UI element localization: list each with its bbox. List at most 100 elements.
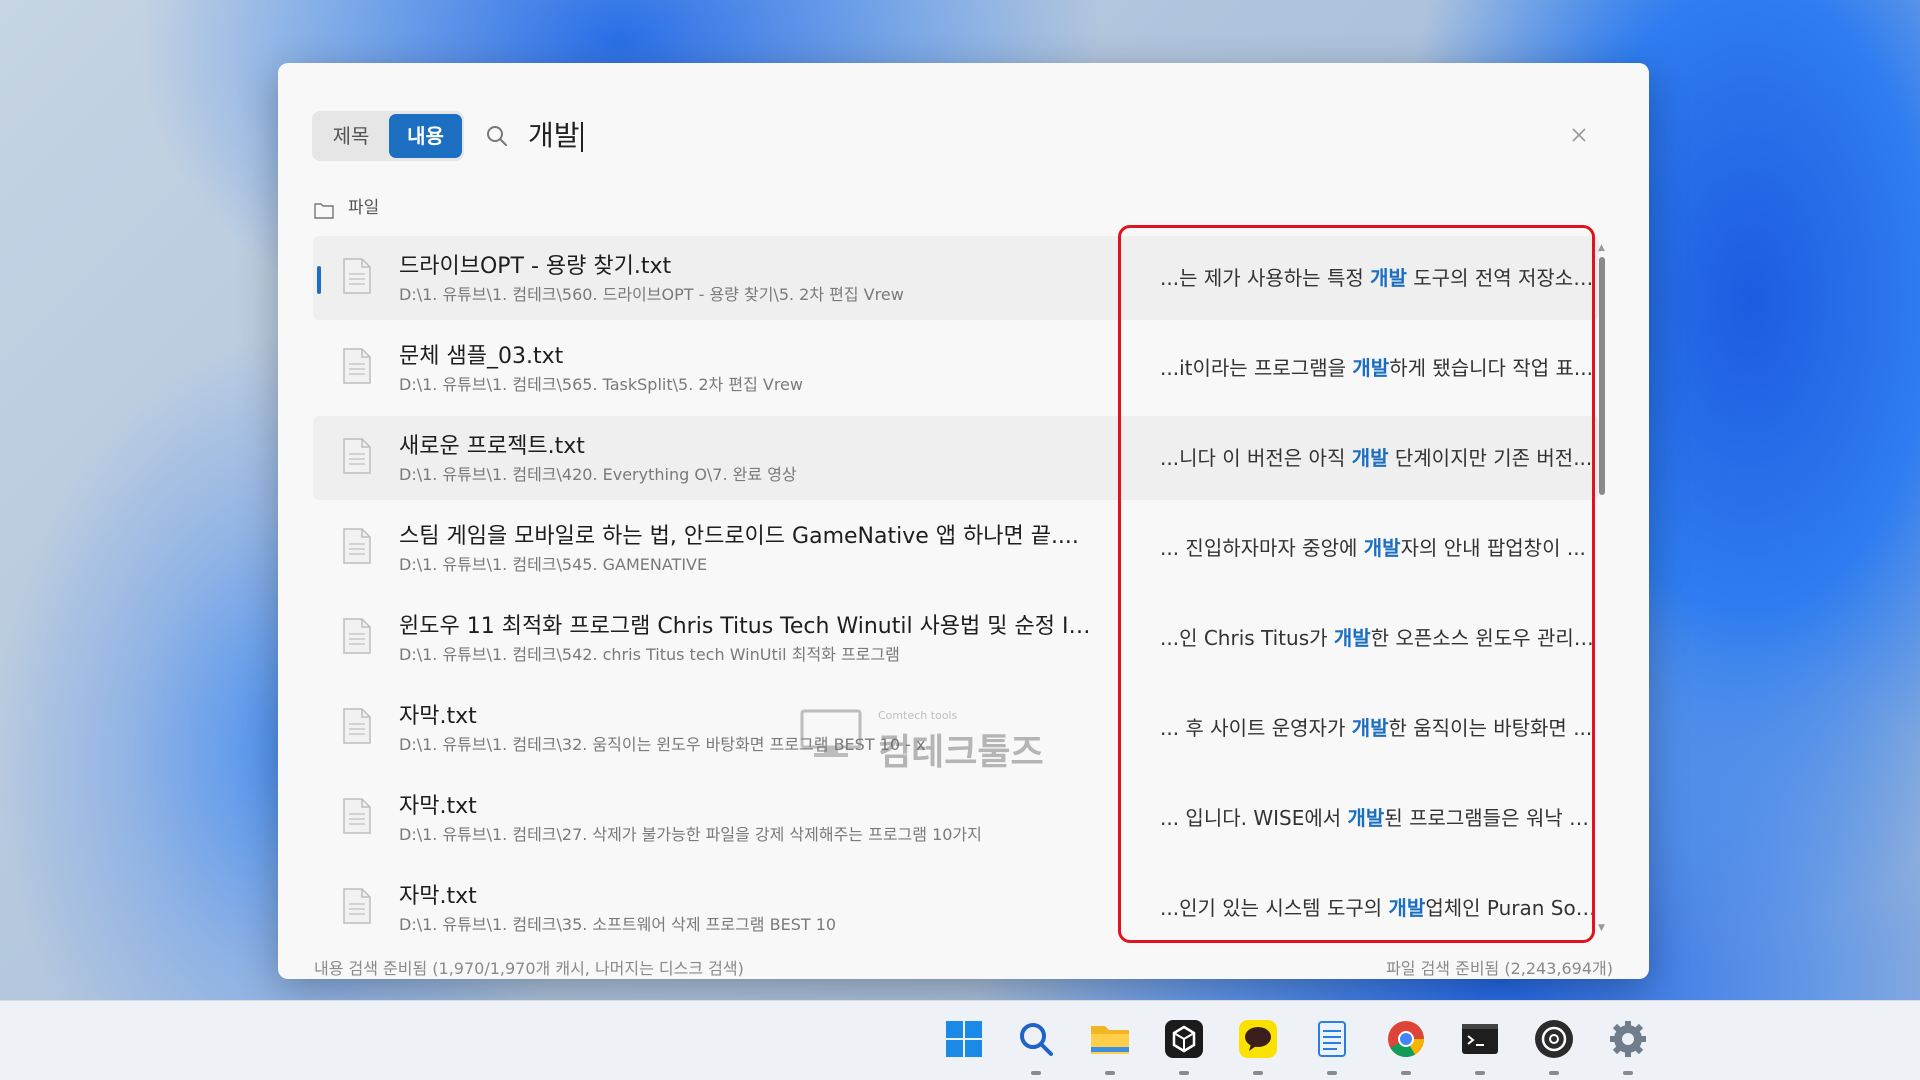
settings-gear-icon[interactable] [1606,1017,1650,1075]
text-file-icon [343,798,371,834]
result-file-name: 새로운 프로젝트.txt [399,434,585,459]
mode-title-button[interactable]: 제목 [316,114,386,158]
result-snippet: ... 진입하자마자 중앙에 개발자의 안내 팝업창이 ... [1160,532,1598,561]
result-file-name: 자막.txt [399,884,477,909]
result-file-path: D:\1. 유튜브\1. 컴테크\565. TaskSplit\5. 2차 편집… [399,375,803,394]
snippet-text: ... 후 사이트 운영자가 [1160,716,1352,740]
scroll-down-arrow-icon[interactable]: ▼ [1598,923,1605,933]
running-indicator [1179,1071,1189,1075]
app-cube-icon[interactable] [1162,1017,1206,1075]
snippet-text: ...인 Chris Titus가 [1160,626,1334,650]
text-file-icon [343,618,371,654]
text-file-icon [343,528,371,564]
snippet-text: 자의 안내 팝업창이 ... [1400,536,1586,560]
chatgpt-icon[interactable] [1532,1017,1576,1075]
snippet-match: 개발 [1370,266,1407,290]
result-row[interactable]: 드라이브OPT - 용량 찾기.txt D:\1. 유튜브\1. 컴테크\560… [313,236,1599,320]
close-icon[interactable] [1563,119,1595,151]
file-search-status: 파일 검색 준비됨 (2,243,694개) [1386,959,1613,978]
text-file-icon [343,438,371,474]
result-snippet: ... 입니다. WISE에서 개발된 프로그램들은 워낙 사... [1160,802,1598,831]
mode-content-button[interactable]: 내용 [389,114,462,158]
result-row[interactable]: 문체 샘플_03.txt D:\1. 유튜브\1. 컴테크\565. TaskS… [313,326,1599,410]
running-indicator [1327,1071,1337,1075]
search-query-text: 개발 [528,119,580,152]
text-file-icon [343,708,371,744]
result-file-path: D:\1. 유튜브\1. 컴테크\32. 움직이는 윈도우 바탕화면 프로그램 … [399,735,926,754]
text-file-icon [343,348,371,384]
snippet-match: 개발 [1352,356,1390,380]
snippet-text: 한 오픈소스 윈도우 관리 ... [1370,626,1598,650]
result-file-path: D:\1. 유튜브\1. 컴테크\420. Everything O\7. 완료… [399,465,797,484]
snippet-match: 개발 [1333,626,1371,650]
snippet-text: ...it이라는 프로그램을 [1160,356,1353,380]
result-file-path: D:\1. 유튜브\1. 컴테크\542. chris Titus tech W… [399,645,900,664]
result-snippet: ...니다 이 버전은 아직 개발 단계이지만 기존 버전... [1160,442,1598,471]
content-search-status: 내용 검색 준비됨 (1,970/1,970개 캐시, 나머지는 디스크 검색) [314,959,744,978]
result-row[interactable]: 새로운 프로젝트.txt D:\1. 유튜브\1. 컴테크\420. Every… [313,416,1599,500]
running-indicator [1475,1071,1485,1075]
terminal-icon[interactable] [1458,1017,1502,1075]
snippet-text: ... 입니다. WISE에서 [1160,806,1348,830]
snippet-text: 한 움직이는 바탕화면 ... [1388,716,1593,740]
snippet-text: ...인기 있는 시스템 도구의 [1160,896,1389,920]
snippet-match: 개발 [1351,716,1389,740]
search-input[interactable]: 개발 [528,117,583,155]
text-caret [580,122,583,152]
scroll-up-arrow-icon[interactable]: ▲ [1598,243,1605,253]
taskbar [0,1000,1920,1080]
snippet-text: ... 진입하자마자 중앙에 [1160,536,1364,560]
result-row[interactable]: 자막.txt D:\1. 유튜브\1. 컴테크\27. 삭제가 불가능한 파일을… [313,776,1599,860]
result-file-name: 드라이브OPT - 용량 찾기.txt [399,254,672,279]
snippet-match: 개발 [1388,896,1426,920]
notepad-icon[interactable] [1310,1017,1354,1075]
result-row[interactable]: 윈도우 11 최적화 프로그램 Chris Titus Tech Winutil… [313,596,1599,680]
text-file-icon [343,888,371,924]
snippet-match: 개발 [1351,446,1389,470]
windows-start-icon[interactable] [942,1017,986,1061]
snippet-text: 된 프로그램들은 워낙 사... [1384,806,1598,830]
search-mode-toggle: 제목 내용 [312,111,464,161]
running-indicator [1401,1071,1411,1075]
running-indicator [1549,1071,1559,1075]
scroll-thumb[interactable] [1599,257,1605,495]
running-indicator [1253,1071,1263,1075]
running-indicator [1623,1071,1633,1075]
folder-icon [314,203,334,219]
result-file-path: D:\1. 유튜브\1. 컴테크\35. 소프트웨어 삭제 프로그램 BEST … [399,915,837,934]
result-row[interactable]: 스팀 게임을 모바일로 하는 법, 안드로이드 GameNative 앱 하나면… [313,506,1599,590]
result-file-name: 문체 샘플_03.txt [399,344,564,369]
running-indicator [1031,1071,1041,1075]
result-snippet: ...인 Chris Titus가 개발한 오픈소스 윈도우 관리 ... [1160,622,1598,651]
result-snippet: ...는 제가 사용하는 특정 개발 도구의 전역 저장소 ... [1160,262,1598,291]
snippet-text: 하게 됐습니다 작업 표... [1389,356,1593,380]
result-file-name: 자막.txt [399,794,477,819]
text-file-icon [343,258,371,294]
selection-indicator [317,266,321,294]
running-indicator [1105,1071,1115,1075]
result-file-path: D:\1. 유튜브\1. 컴테크\27. 삭제가 불가능한 파일을 강제 삭제해… [399,825,982,844]
kakaotalk-icon[interactable] [1236,1017,1280,1075]
search-icon [487,126,507,146]
section-label: 파일 [348,198,380,218]
result-file-path: D:\1. 유튜브\1. 컴테크\545. GAMENATIVE [399,555,708,574]
results-list: 드라이브OPT - 용량 찾기.txt D:\1. 유튜브\1. 컴테크\560… [313,236,1603,936]
snippet-text: ...니다 이 버전은 아직 [1160,446,1352,470]
result-file-path: D:\1. 유튜브\1. 컴테크\560. 드라이브OPT - 용량 찾기\5.… [399,285,904,304]
result-snippet: ...it이라는 프로그램을 개발하게 됐습니다 작업 표... [1160,352,1598,381]
snippet-match: 개발 [1347,806,1385,830]
result-row[interactable]: 자막.txt D:\1. 유튜브\1. 컴테크\35. 소프트웨어 삭제 프로그… [313,866,1599,936]
result-snippet: ... 후 사이트 운영자가 개발한 움직이는 바탕화면 ... [1160,712,1598,741]
file-explorer-icon[interactable] [1088,1017,1132,1075]
search-icon[interactable] [1014,1017,1058,1075]
chrome-icon[interactable] [1384,1017,1428,1075]
result-file-name: 스팀 게임을 모바일로 하는 법, 안드로이드 GameNative 앱 하나면… [399,524,1079,549]
search-window: 제목 내용 개발 파일 드라이브OPT - 용량 찾기.txt D:\1. 유튜… [278,63,1649,979]
result-file-name: 윈도우 11 최적화 프로그램 Chris Titus Tech Winutil… [399,614,1099,639]
result-snippet: ...인기 있는 시스템 도구의 개발업체인 Puran Soft... [1160,892,1598,921]
snippet-text: ...는 제가 사용하는 특정 [1160,266,1371,290]
search-bar: 제목 내용 개발 [312,111,1615,161]
result-file-name: 자막.txt [399,704,477,729]
result-row[interactable]: 자막.txt D:\1. 유튜브\1. 컴테크\32. 움직이는 윈도우 바탕화… [313,686,1599,770]
results-scrollbar[interactable]: ▲ ▼ [1598,243,1606,933]
